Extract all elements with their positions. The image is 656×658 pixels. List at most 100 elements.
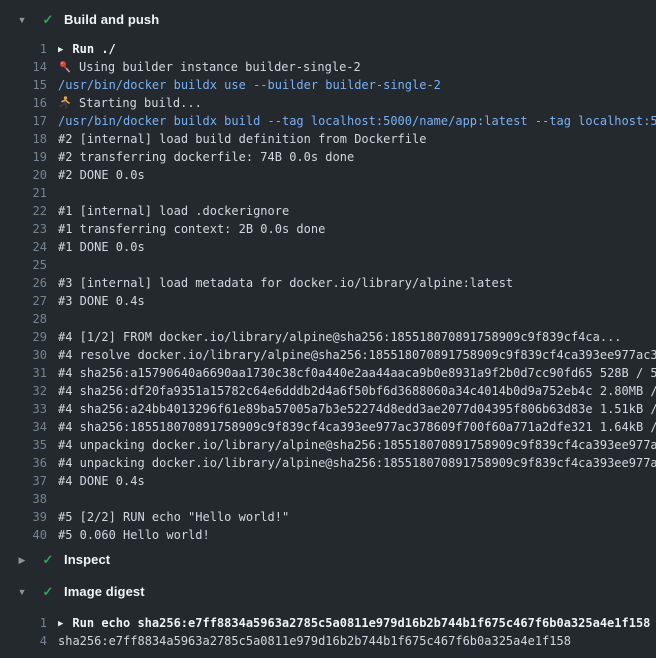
line-number[interactable]: 40 [0, 526, 47, 544]
log-line: 19 #2 transferring dockerfile: 74B 0.0s d… [0, 148, 656, 166]
line-number[interactable]: 1 [0, 40, 47, 58]
log-text-content: #2 [internal] load build definition from… [58, 132, 426, 146]
log-line: 27 #3 DONE 0.4s [0, 292, 656, 310]
log-line: 39 #5 [2/2] RUN echo "Hello world!" [0, 508, 656, 526]
line-number[interactable]: 34 [0, 418, 47, 436]
log-line: 18 #2 [internal] load build definition fr… [0, 130, 656, 148]
line-number[interactable]: 18 [0, 130, 47, 148]
log-text: #5 0.060 Hello world! [58, 526, 210, 544]
log-text-content: #4 sha256:df20fa9351a15782c64e6dddb2d4a6… [58, 384, 656, 398]
log-text: #1 transferring context: 2B 0.0s done [58, 220, 325, 238]
line-number[interactable]: 1 [0, 614, 47, 632]
log-line: 40 #5 0.060 Hello world! [0, 526, 656, 544]
workflow-log-viewer: ▼ ✓ Build and push 1▶Run ./14Using build… [0, 0, 656, 658]
section-header-image-digest[interactable]: ▼ ✓ Image digest [0, 582, 656, 602]
log-text-content: #4 unpacking docker.io/library/alpine@sh… [58, 438, 656, 452]
line-number[interactable]: 19 [0, 148, 47, 166]
section-title: Inspect [64, 550, 110, 570]
log-lines: 1 ▶Run ./ 14 Using builder instance builder… [0, 40, 656, 544]
section-header-build-and-push[interactable]: ▼ ✓ Build and push [0, 10, 656, 30]
log-text: /usr/bin/docker buildx build --tag local… [58, 112, 656, 130]
line-number[interactable]: 16 [0, 94, 47, 112]
log-text: #2 DONE 0.0s [58, 166, 145, 184]
chevron-down-icon: ▼ [16, 582, 28, 602]
line-number[interactable]: 4 [0, 632, 47, 650]
line-number[interactable]: 14 [0, 58, 47, 76]
log-text[interactable]: ▶Run ./ [58, 40, 116, 58]
line-number[interactable]: 24 [0, 238, 47, 256]
log-text[interactable]: ▶Run echo sha256:e7ff8834a5963a2785c5a08… [58, 614, 650, 632]
log-text-content: #4 sha256:a24bb4013296f61e89ba57005a7b3e… [58, 402, 656, 416]
line-number[interactable]: 21 [0, 184, 47, 202]
log-text: Starting build... [58, 94, 202, 112]
log-text: #1 DONE 0.0s [58, 238, 145, 256]
line-number[interactable]: 37 [0, 472, 47, 490]
log-text: #4 resolve docker.io/library/alpine@sha2… [58, 346, 656, 364]
log-section-build-and-push: ▼ ✓ Build and push 1 ▶Run ./ 14 Using build… [0, 10, 656, 544]
log-text: #4 sha256:a24bb4013296f61e89ba57005a7b3e… [58, 400, 656, 418]
log-text: #5 [2/2] RUN echo "Hello world!" [58, 508, 289, 526]
check-icon: ✓ [41, 10, 55, 30]
log-text-content: #4 sha256:a15790640a6690aa1730c38cf0a440… [58, 366, 656, 380]
log-text: Using builder instance builder-single-2 [58, 58, 361, 76]
log-text: #4 unpacking docker.io/library/alpine@sh… [58, 436, 656, 454]
log-section-inspect: ▶ ✓ Inspect [0, 550, 656, 570]
log-line: 33 #4 sha256:a24bb4013296f61e89ba57005a7b… [0, 400, 656, 418]
log-line: 22#1 [internal] load .dockerignore [0, 202, 656, 220]
line-number[interactable]: 29 [0, 328, 47, 346]
log-text: #4 sha256:df20fa9351a15782c64e6dddb2d4a6… [58, 382, 656, 400]
line-number[interactable]: 38 [0, 490, 47, 508]
log-text-content: sha256:e7ff8834a5963a2785c5a0811e979d16b… [58, 634, 571, 648]
line-number[interactable]: 26 [0, 274, 47, 292]
log-text: #3 [internal] load metadata for docker.i… [58, 274, 513, 292]
check-icon: ✓ [41, 550, 55, 570]
expand-caret-icon: ▶ [58, 615, 63, 632]
pushpin-icon [58, 60, 73, 73]
expand-caret-icon: ▶ [58, 41, 63, 58]
log-text-content: #1 transferring context: 2B 0.0s done [58, 222, 325, 236]
log-text-content: #4 [1/2] FROM docker.io/library/alpine@s… [58, 330, 622, 344]
log-text-content: #2 transferring dockerfile: 74B 0.0s don… [58, 150, 354, 164]
log-text: #3 DONE 0.4s [58, 292, 145, 310]
log-line: 26 #3 [internal] load metadata for docker… [0, 274, 656, 292]
log-line: 29 #4 [1/2] FROM docker.io/library/alpine… [0, 328, 656, 346]
line-number[interactable]: 30 [0, 346, 47, 364]
log-line: 21 [0, 184, 656, 202]
log-line: 23 #1 transferring context: 2B 0.0s done [0, 220, 656, 238]
log-line: 28 [0, 310, 656, 328]
log-line: 1 ▶Run echo sha256:e7ff8834a5963a2785c5a0… [0, 614, 656, 632]
log-text: #4 sha256:a15790640a6690aa1730c38cf0a440… [58, 364, 656, 382]
line-number[interactable]: 27 [0, 292, 47, 310]
line-number[interactable]: 36 [0, 454, 47, 472]
log-text: #2 transferring dockerfile: 74B 0.0s don… [58, 148, 354, 166]
log-line: 35 #4 unpacking docker.io/library/alpine@… [0, 436, 656, 454]
log-text-content: #3 [internal] load metadata for docker.i… [58, 276, 513, 290]
log-text-content: /usr/bin/docker buildx use --builder bui… [58, 78, 441, 92]
chevron-down-icon: ▼ [16, 10, 28, 30]
line-number[interactable]: 17 [0, 112, 47, 130]
log-text-content: #1 DONE 0.0s [58, 240, 145, 254]
log-line: 20 #2 DONE 0.0s [0, 166, 656, 184]
check-icon: ✓ [41, 582, 55, 602]
log-line: 16 Starting build... [0, 94, 656, 112]
line-number[interactable]: 31 [0, 364, 47, 382]
log-text: sha256:e7ff8834a5963a2785c5a0811e979d16b… [58, 632, 571, 650]
log-text-content: #2 DONE 0.0s [58, 168, 145, 182]
line-number[interactable]: 20 [0, 166, 47, 184]
line-number[interactable]: 33 [0, 400, 47, 418]
log-text: #2 [internal] load build definition from… [58, 130, 426, 148]
line-number[interactable]: 39 [0, 508, 47, 526]
line-number[interactable]: 23 [0, 220, 47, 238]
log-line: 31 #4 sha256:a15790640a6690aa1730c38cf0a4… [0, 364, 656, 382]
line-number[interactable]: 35 [0, 436, 47, 454]
line-number[interactable]: 22 [0, 202, 47, 220]
log-line: 30 #4 resolve docker.io/library/alpine@sh… [0, 346, 656, 364]
log-text: #4 sha256:185518070891758909c9f839cf4ca3… [58, 418, 656, 436]
section-header-inspect[interactable]: ▶ ✓ Inspect [0, 550, 656, 570]
line-number[interactable]: 15 [0, 76, 47, 94]
log-text-content: #5 0.060 Hello world! [58, 528, 210, 542]
log-text: #4 DONE 0.4s [58, 472, 145, 490]
line-number[interactable]: 25 [0, 256, 47, 274]
line-number[interactable]: 32 [0, 382, 47, 400]
line-number[interactable]: 28 [0, 310, 47, 328]
